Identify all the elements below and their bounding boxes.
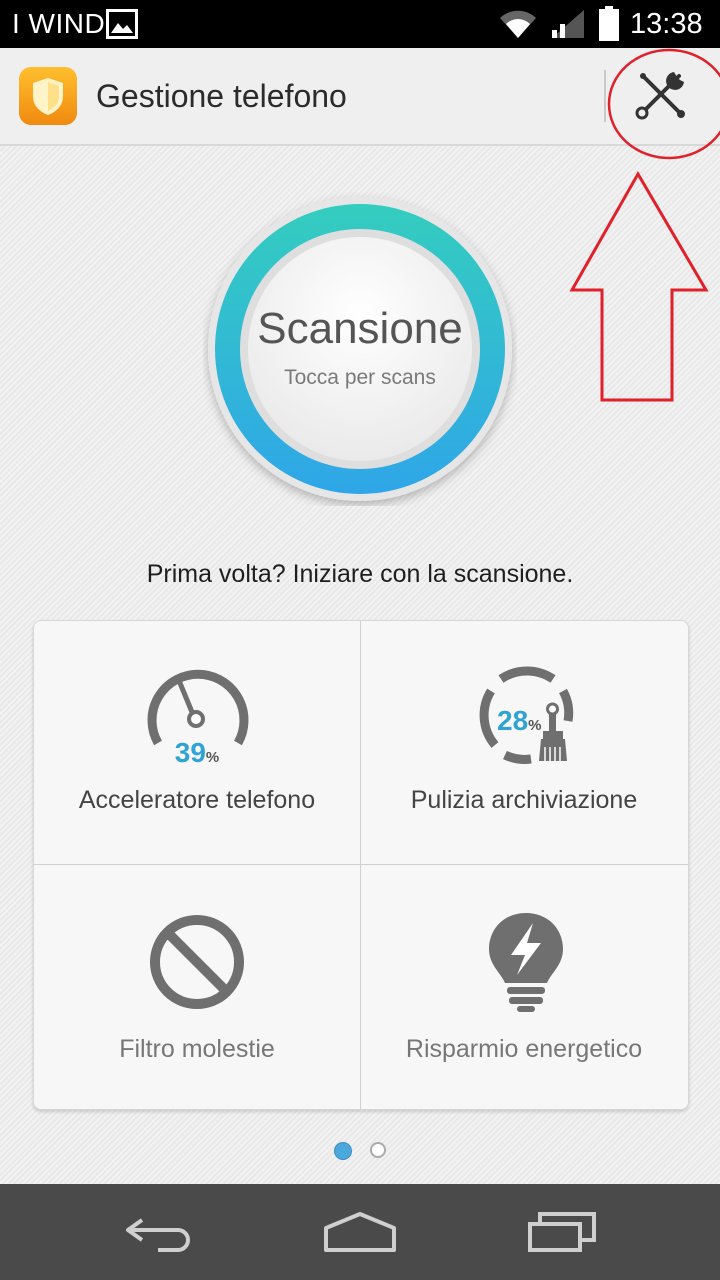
divider [604,70,606,122]
clock: 13:38 [630,8,703,40]
tile-harassment-filter[interactable]: Filtro molestie [34,865,360,1108]
storage-percent: 28 [497,705,529,736]
block-icon [150,915,244,1009]
carrier-name: I WIND [12,8,106,39]
tile-phone-accelerator[interactable]: 39% Acceleratore telefono [34,621,360,864]
scan-subtitle: Tocca per scans [284,366,436,389]
signal-icon [552,10,584,38]
home-icon[interactable] [320,1206,400,1258]
status-bar: I WIND 13:38 [0,0,720,48]
hint-text: Prima volta? Iniziare con la scansione. [146,560,574,588]
tile-energy-saving[interactable]: Risparmio energetico [361,865,687,1108]
shield-icon[interactable] [18,66,78,126]
image-notification-icon [106,9,138,39]
tile-label: Pulizia archiviazione [410,786,638,814]
tile-label: Filtro molestie [119,1035,275,1063]
scan-title: Scansione [257,304,463,353]
feature-grid: 39% Acceleratore telefono 28% Pulizia ar… [33,620,689,1110]
page-dot-active[interactable] [334,1142,352,1160]
tile-storage-cleanup[interactable]: 28% Pulizia archiviazione [361,621,687,864]
app-bar: Gestione telefono [0,48,720,146]
page-title: Gestione telefono [96,78,347,114]
tools-icon[interactable] [626,66,696,126]
percent-sign: % [205,749,220,766]
recent-apps-icon[interactable] [522,1206,602,1258]
tile-label: Risparmio energetico [405,1035,643,1063]
lightbulb-bolt-icon [489,913,563,1012]
navigation-bar [0,1184,720,1280]
battery-icon [599,6,619,41]
accelerator-percent: 39 [174,737,206,768]
back-icon[interactable] [118,1206,198,1258]
page-dot[interactable] [370,1142,386,1158]
percent-sign: % [528,717,542,734]
tile-label: Acceleratore telefono [78,786,316,814]
wifi-icon [500,10,536,38]
